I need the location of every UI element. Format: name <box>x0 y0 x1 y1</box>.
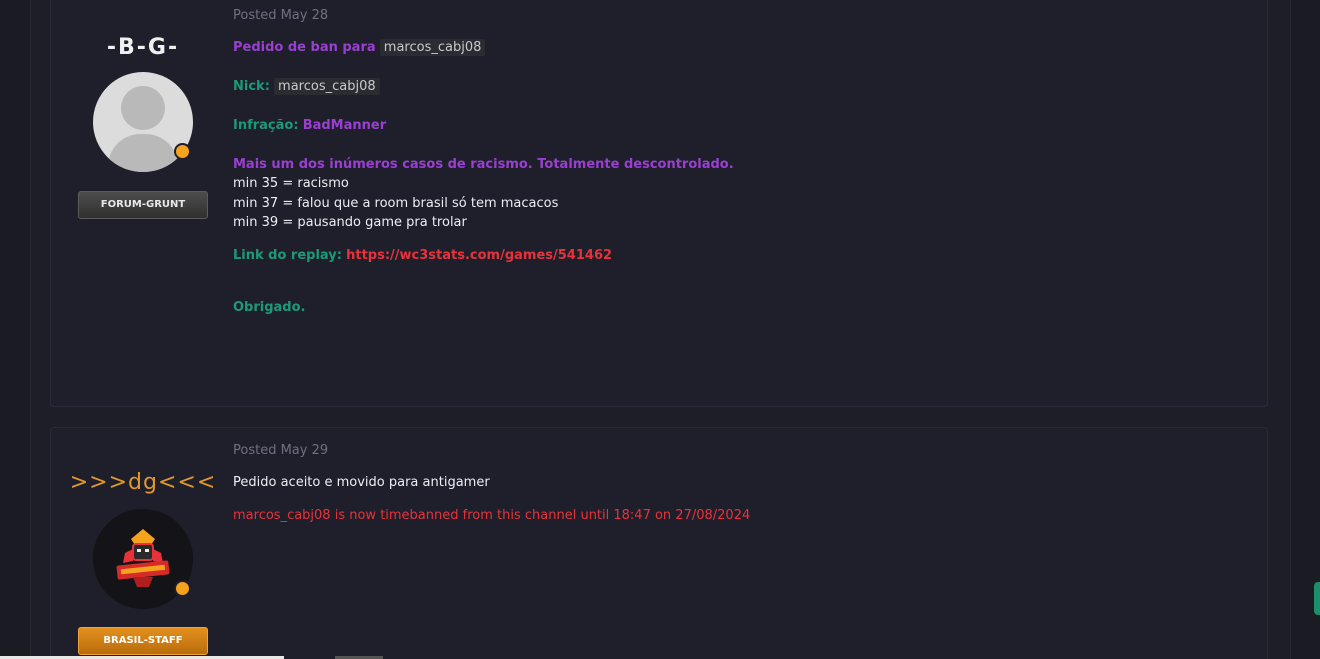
post-date[interactable]: Posted May 28 <box>233 8 328 23</box>
summary-text: Mais um dos inúmeros casos de racismo. T… <box>233 157 734 172</box>
ban-notice-text: marcos_cabj08 is now timebanned from thi… <box>233 508 751 523</box>
author-rank-badge: BRASIL-STAFF <box>78 627 208 655</box>
request-prefix: Pedido de ban para <box>233 40 376 55</box>
replay-label: Link do replay: <box>233 248 342 263</box>
request-line: Pedido de ban para marcos_cabj08 <box>233 39 486 56</box>
infraction-line: Infração: BadManner <box>233 118 386 133</box>
post-author-panel: -B-G- FORUM-GRUNT <box>51 35 235 219</box>
post-author-panel: >>>dg<<< BRASIL-STAFF <box>51 470 235 655</box>
detail-line-3: min 39 = pausando game pra trolar <box>233 215 467 230</box>
author-avatar[interactable] <box>93 509 193 609</box>
forum-page: -B-G- FORUM-GRUNT Posted May 28 Pedido d… <box>0 0 1320 659</box>
author-avatar[interactable] <box>93 72 193 172</box>
online-dot-icon <box>174 143 191 160</box>
nick-label: Nick: <box>233 79 270 94</box>
author-rank-badge: FORUM-GRUNT <box>78 191 208 219</box>
post-card: >>>dg<<< BRASIL-STAFF Posted May 29 Pedi… <box>50 427 1268 659</box>
detail-line-1: min 35 = racismo <box>233 176 349 191</box>
replay-line: Link do replay: https://wc3stats.com/gam… <box>233 248 612 263</box>
author-username[interactable]: -B-G- <box>51 35 235 60</box>
detail-line-2: min 37 = falou que a room brasil só tem … <box>233 196 559 211</box>
replay-link[interactable]: https://wc3stats.com/games/541462 <box>346 248 612 263</box>
post-date[interactable]: Posted May 29 <box>233 443 328 458</box>
side-feedback-tab[interactable] <box>1314 582 1320 615</box>
post-card: -B-G- FORUM-GRUNT Posted May 28 Pedido d… <box>50 0 1268 407</box>
nick-line: Nick: marcos_cabj08 <box>233 78 380 95</box>
online-dot-icon <box>174 580 191 597</box>
nick-value: marcos_cabj08 <box>274 78 380 95</box>
reply-text: Pedido aceito e movido para antigamer <box>233 475 490 490</box>
infraction-value: BadManner <box>302 118 387 133</box>
author-username[interactable]: >>>dg<<< <box>51 470 235 495</box>
infraction-label: Infração: <box>233 118 299 133</box>
request-nick: marcos_cabj08 <box>379 39 486 56</box>
thanks-text: Obrigado. <box>233 300 306 315</box>
